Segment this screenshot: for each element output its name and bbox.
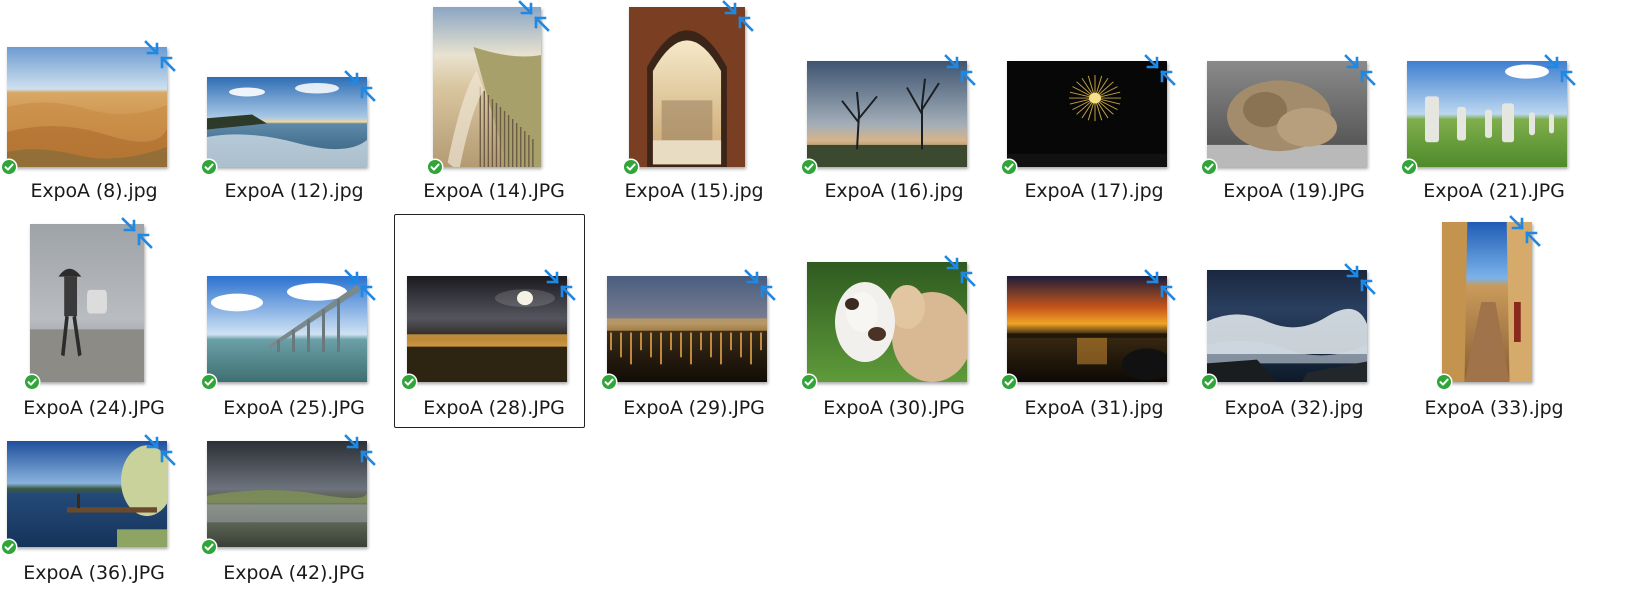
file-name-label: ExpoA (8).jpg (30, 180, 158, 202)
image-thumbnail[interactable] (207, 276, 367, 382)
synced-check-icon (402, 375, 416, 389)
file-name-label: ExpoA (33).jpg (1424, 397, 1564, 419)
image-thumbnail[interactable] (1007, 61, 1167, 167)
image-thumbnail[interactable] (1207, 270, 1367, 382)
file-grid: ExpoA (8).jpg ExpoA (12).jpg ExpoA (14).… (0, 0, 1647, 616)
image-thumbnail[interactable] (607, 276, 767, 382)
image-thumbnail[interactable] (433, 7, 541, 167)
synced-check-icon (1402, 160, 1416, 174)
synced-check-icon (2, 160, 16, 174)
image-thumbnail[interactable] (7, 47, 167, 167)
synced-check-icon (202, 160, 216, 174)
synced-check-icon (202, 375, 216, 389)
file-name-label: ExpoA (24).JPG (23, 397, 165, 419)
synced-check-icon (602, 375, 616, 389)
file-name-label: ExpoA (32).jpg (1224, 397, 1364, 419)
file-name-label: ExpoA (29).JPG (623, 397, 765, 419)
file-name-label: ExpoA (25).JPG (223, 397, 365, 419)
file-name-label: ExpoA (28).JPG (423, 397, 565, 419)
file-name-label: ExpoA (16).jpg (824, 180, 964, 202)
image-thumbnail[interactable] (207, 77, 367, 167)
synced-check-icon (25, 375, 39, 389)
synced-check-icon (428, 160, 442, 174)
synced-check-icon (1437, 375, 1451, 389)
synced-check-icon (2, 540, 16, 554)
file-name-label: ExpoA (14).JPG (423, 180, 565, 202)
file-name-label: ExpoA (19).JPG (1223, 180, 1365, 202)
file-name-label: ExpoA (17).jpg (1024, 180, 1164, 202)
image-thumbnail[interactable] (7, 441, 167, 547)
image-thumbnail[interactable] (1442, 222, 1532, 382)
image-thumbnail[interactable] (807, 61, 967, 167)
image-thumbnail[interactable] (807, 262, 967, 382)
image-thumbnail[interactable] (407, 276, 567, 382)
image-thumbnail[interactable] (629, 7, 745, 167)
image-thumbnail[interactable] (30, 224, 144, 382)
image-thumbnail[interactable] (1207, 61, 1367, 167)
file-name-label: ExpoA (15).jpg (624, 180, 764, 202)
synced-check-icon (624, 160, 638, 174)
synced-check-icon (202, 540, 216, 554)
synced-check-icon (802, 375, 816, 389)
synced-check-icon (1002, 375, 1016, 389)
file-name-label: ExpoA (42).JPG (223, 562, 365, 584)
file-name-label: ExpoA (36).JPG (23, 562, 165, 584)
image-thumbnail[interactable] (1007, 276, 1167, 382)
file-name-label: ExpoA (12).jpg (224, 180, 364, 202)
synced-check-icon (1202, 160, 1216, 174)
synced-check-icon (802, 160, 816, 174)
image-thumbnail[interactable] (207, 441, 367, 547)
synced-check-icon (1202, 375, 1216, 389)
synced-check-icon (1002, 160, 1016, 174)
file-name-label: ExpoA (21).JPG (1423, 180, 1565, 202)
file-name-label: ExpoA (30).JPG (823, 397, 965, 419)
image-thumbnail[interactable] (1407, 61, 1567, 167)
file-name-label: ExpoA (31).jpg (1024, 397, 1164, 419)
